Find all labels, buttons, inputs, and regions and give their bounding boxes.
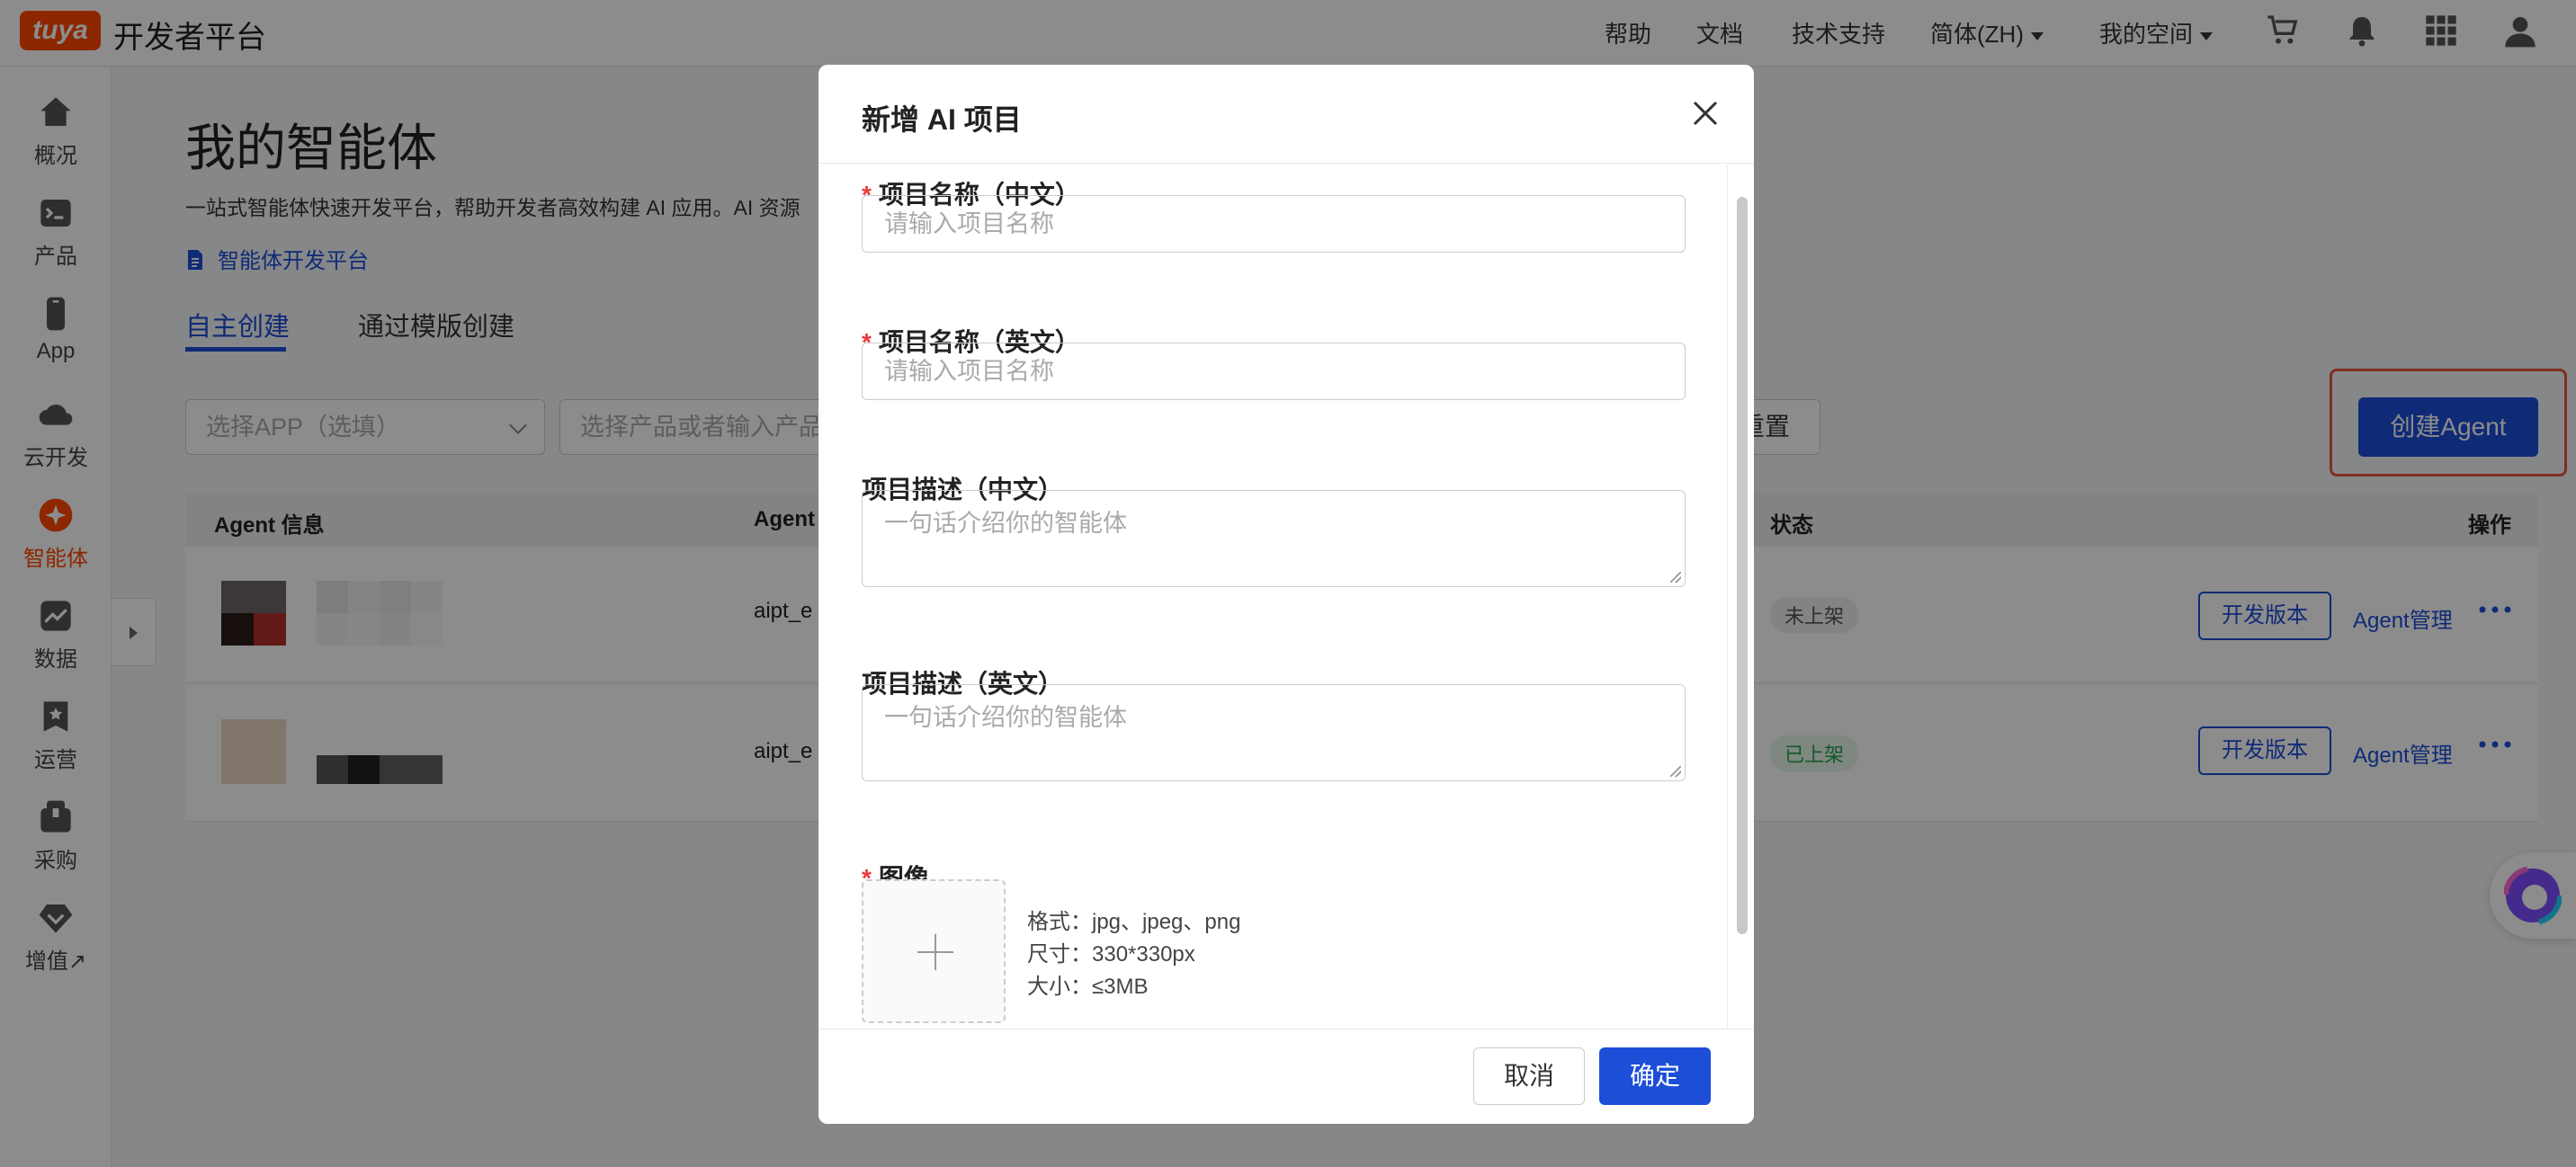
close-icon[interactable] <box>1689 97 1722 129</box>
confirm-button[interactable]: 确定 <box>1599 1047 1711 1105</box>
dialog-scrollbar[interactable] <box>1727 165 1754 1094</box>
dialog-title: 新增 AI 项目 <box>862 103 1022 136</box>
name-cn-input[interactable]: 请输入项目名称 <box>862 195 1686 253</box>
name-en-input[interactable]: 请输入项目名称 <box>862 343 1686 400</box>
image-filesize-hint: 大小：≤3MB <box>1027 975 1149 999</box>
dialog-header: 新增 AI 项目 <box>818 65 1754 164</box>
image-size-hint: 尺寸：330*330px <box>1027 942 1195 967</box>
dialog-body: * 项目名称（中文） 请输入项目名称 * 项目名称（英文） 请输入项目名称 项目描述… <box>818 165 1754 1094</box>
desc-cn-textarea[interactable]: 一句话介绍你的智能体 <box>862 490 1686 587</box>
dialog-footer: 取消 确定 <box>818 1029 1754 1124</box>
desc-en-textarea[interactable]: 一句话介绍你的智能体 <box>862 684 1686 781</box>
image-format-hint: 格式：jpg、jpeg、png <box>1027 910 1241 934</box>
cancel-button[interactable]: 取消 <box>1473 1047 1585 1105</box>
image-upload-button[interactable] <box>862 879 1006 1023</box>
new-ai-project-dialog: 新增 AI 项目 * 项目名称（中文） 请输入项目名称 * 项目名称（英文） 请输入… <box>818 65 1754 1124</box>
scrollbar-thumb[interactable] <box>1737 197 1748 934</box>
